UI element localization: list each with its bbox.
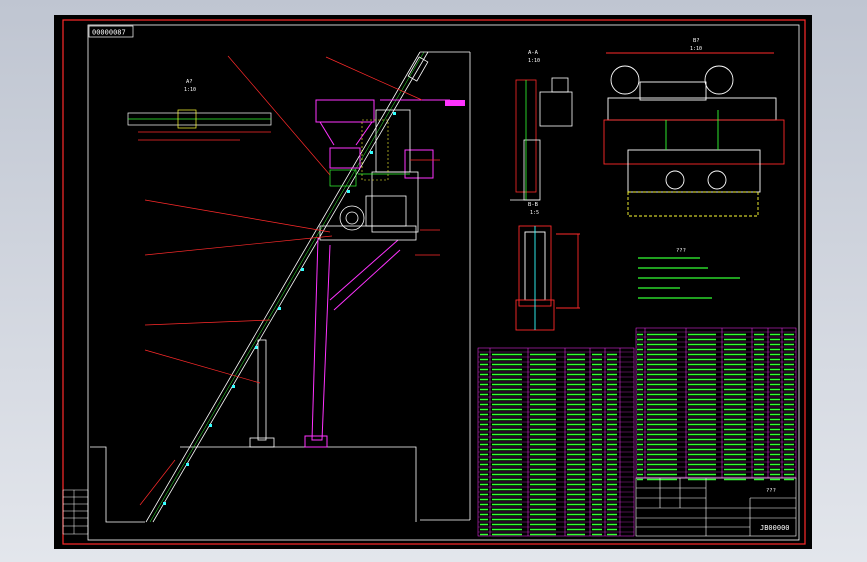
viewport-background: 00000087 A? 1:10 A-A 1:10 B-B 1:5 B? 1:1… bbox=[0, 0, 867, 562]
view-aq-scale: 1:10 bbox=[184, 87, 196, 93]
notes-title: ??? bbox=[676, 248, 686, 254]
view-aq-label: A? bbox=[186, 79, 193, 85]
code-top-text: 00000087 bbox=[92, 29, 126, 37]
view-a-label: A-A bbox=[528, 50, 539, 56]
code-bottom-text: JB00000 bbox=[760, 524, 790, 532]
view-b-scale: 1:5 bbox=[530, 210, 539, 216]
view-a-scale: 1:10 bbox=[528, 58, 540, 64]
view-bq-label: B? bbox=[693, 38, 700, 44]
drive-arrow bbox=[445, 100, 465, 106]
view-b-label: B-B bbox=[528, 202, 539, 208]
title-box-text: ??? bbox=[766, 488, 776, 494]
view-bq-scale: 1:10 bbox=[690, 46, 702, 52]
cad-drawing: 00000087 A? 1:10 A-A 1:10 B-B 1:5 B? 1:1… bbox=[54, 15, 812, 549]
